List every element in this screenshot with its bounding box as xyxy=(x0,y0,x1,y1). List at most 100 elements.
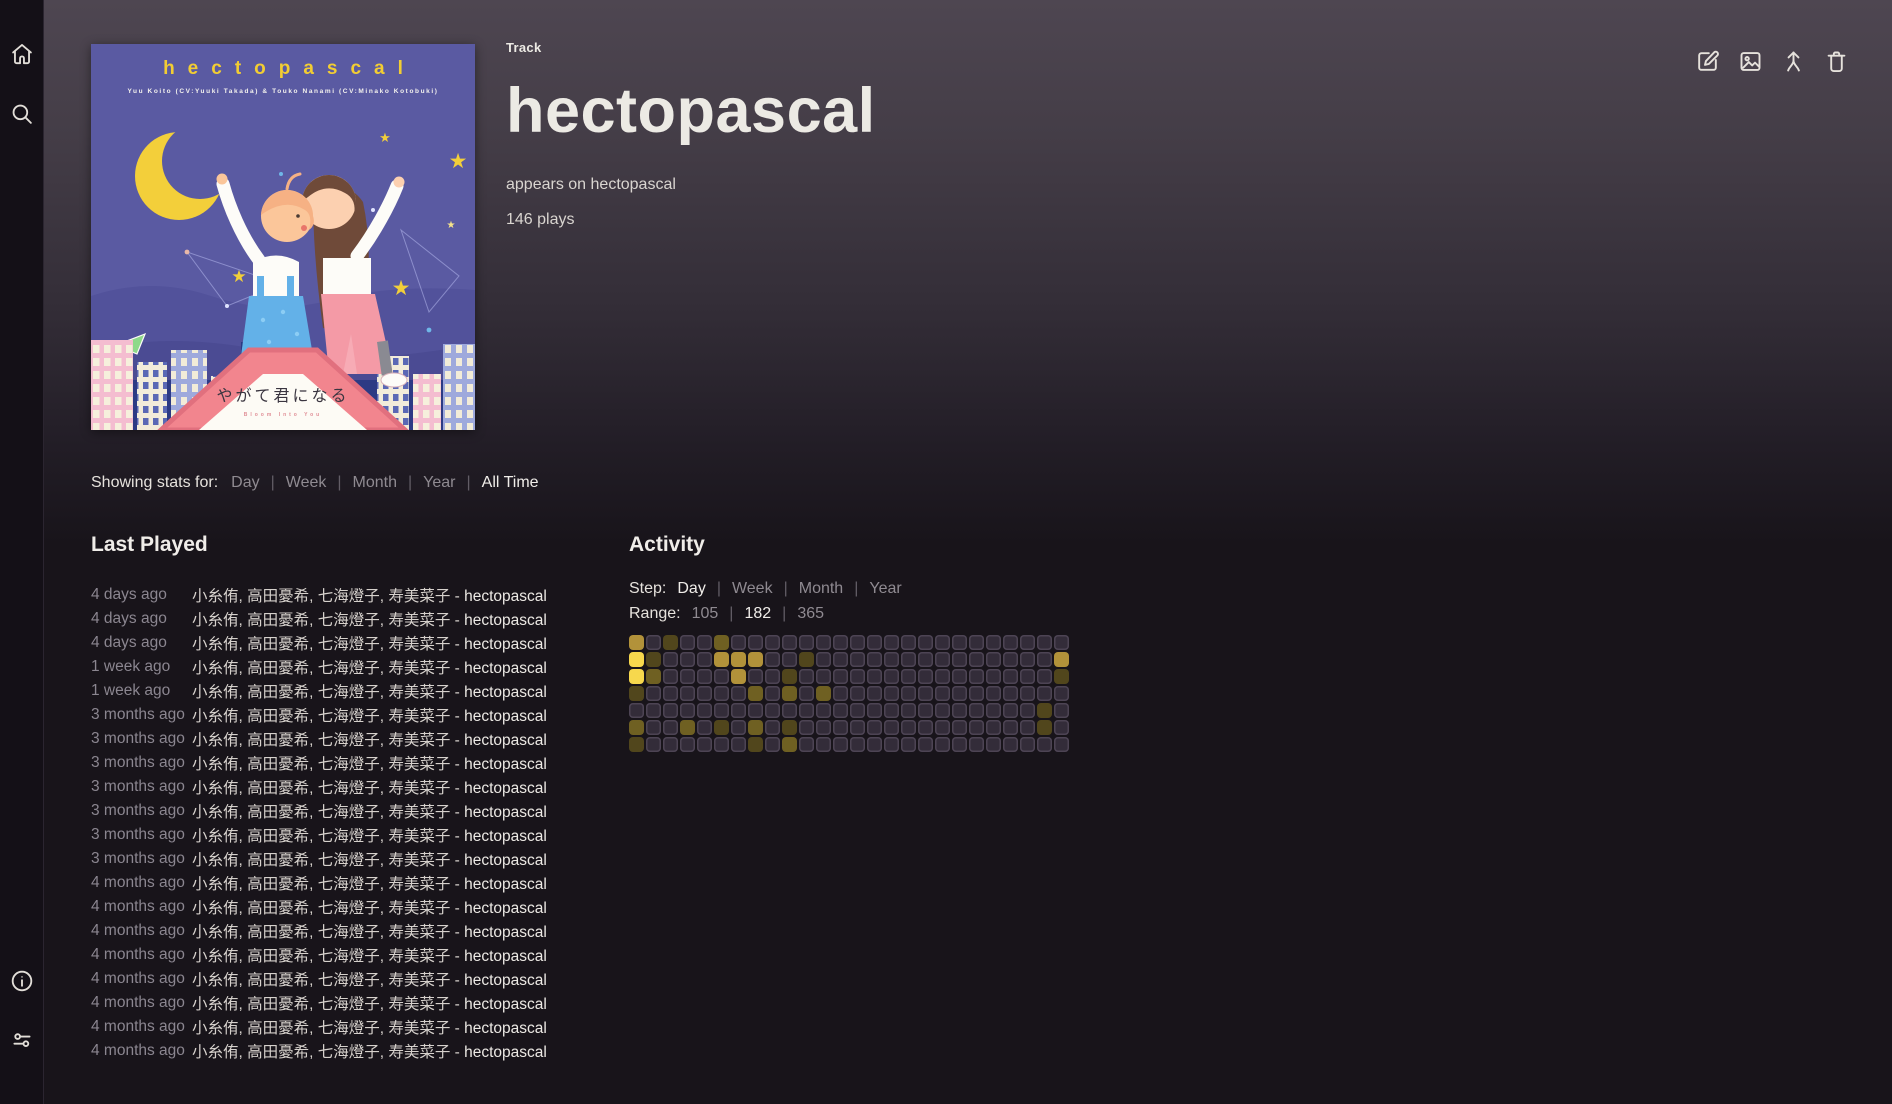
delete-icon[interactable] xyxy=(1823,48,1850,75)
step-option-day[interactable]: Day xyxy=(677,580,705,598)
heatmap-cell xyxy=(748,703,763,718)
song-artists: 小糸侑, 高田憂希, 七海燈子, 寿美菜子 - xyxy=(192,876,464,893)
heatmap-cell xyxy=(833,686,848,701)
song-link[interactable]: 小糸侑, 高田憂希, 七海燈子, 寿美菜子 - hectopascal xyxy=(192,632,547,654)
song-link[interactable]: 小糸侑, 高田憂希, 七海燈子, 寿美菜子 - hectopascal xyxy=(192,848,547,870)
song-link[interactable]: 小糸侑, 高田憂希, 七海燈子, 寿美菜子 - hectopascal xyxy=(192,1016,547,1038)
step-option-year[interactable]: Year xyxy=(869,580,901,598)
step-option-week[interactable]: Week xyxy=(732,580,773,598)
heatmap-cell xyxy=(765,669,780,684)
range-option-365[interactable]: 365 xyxy=(797,605,824,623)
heatmap-cell xyxy=(1054,720,1069,735)
heatmap-cell xyxy=(799,703,814,718)
song-link[interactable]: 小糸侑, 高田憂希, 七海燈子, 寿美菜子 - hectopascal xyxy=(192,800,547,822)
heatmap-cell xyxy=(782,737,797,752)
edit-icon[interactable] xyxy=(1694,48,1721,75)
list-item: 4 days ago小糸侑, 高田憂希, 七海燈子, 寿美菜子 - hectop… xyxy=(91,631,591,655)
heatmap-cell xyxy=(782,686,797,701)
separator: | xyxy=(717,580,721,598)
heatmap-cell xyxy=(833,720,848,735)
list-item: 3 months ago小糸侑, 高田憂希, 七海燈子, 寿美菜子 - hect… xyxy=(91,799,591,823)
stats-option-week[interactable]: Week xyxy=(286,474,327,492)
stats-option-day[interactable]: Day xyxy=(231,474,259,492)
played-time: 4 days ago xyxy=(91,634,192,652)
played-time: 4 months ago xyxy=(91,970,192,988)
heatmap-cell xyxy=(1054,737,1069,752)
played-time: 3 months ago xyxy=(91,778,192,796)
song-link[interactable]: 小糸侑, 高田憂希, 七海燈子, 寿美菜子 - hectopascal xyxy=(192,872,547,894)
heatmap-cell xyxy=(901,720,916,735)
heatmap-cell xyxy=(850,669,865,684)
change-image-icon[interactable] xyxy=(1737,48,1764,75)
heatmap-cell xyxy=(1037,737,1052,752)
stats-option-all-time[interactable]: All Time xyxy=(482,474,539,492)
heatmap-cell xyxy=(969,720,984,735)
heatmap-cell xyxy=(680,635,695,650)
separator: | xyxy=(271,474,275,492)
song-link[interactable]: 小糸侑, 高田憂希, 七海燈子, 寿美菜子 - hectopascal xyxy=(192,776,547,798)
last-played-section: Last Played 4 days ago小糸侑, 高田憂希, 七海燈子, 寿… xyxy=(91,533,591,1063)
song-link[interactable]: 小糸侑, 高田憂希, 七海燈子, 寿美菜子 - hectopascal xyxy=(192,968,547,990)
song-link[interactable]: 小糸侑, 高田憂希, 七海燈子, 寿美菜子 - hectopascal xyxy=(192,584,547,606)
activity-heatmap xyxy=(629,635,1069,752)
settings-sliders-icon[interactable] xyxy=(9,1027,35,1053)
played-time: 3 months ago xyxy=(91,826,192,844)
song-link[interactable]: 小糸侑, 高田憂希, 七海燈子, 寿美菜子 - hectopascal xyxy=(192,680,547,702)
heatmap-cell xyxy=(867,737,882,752)
range-option-105[interactable]: 105 xyxy=(692,605,719,623)
last-played-heading: Last Played xyxy=(91,533,591,557)
song-track: hectopascal xyxy=(464,828,547,845)
svg-text:★: ★ xyxy=(392,277,411,300)
song-track: hectopascal xyxy=(464,588,547,605)
svg-text:★: ★ xyxy=(379,130,391,145)
heatmap-cell xyxy=(680,669,695,684)
heatmap-cell xyxy=(646,737,661,752)
song-artists: 小糸侑, 高田憂希, 七海燈子, 寿美菜子 - xyxy=(192,804,464,821)
heatmap-cell xyxy=(663,652,678,667)
heatmap-cell xyxy=(697,635,712,650)
song-link[interactable]: 小糸侑, 高田憂希, 七海燈子, 寿美菜子 - hectopascal xyxy=(192,896,547,918)
played-time: 4 months ago xyxy=(91,874,192,892)
heatmap-cell xyxy=(1020,669,1035,684)
heatmap-cell xyxy=(731,703,746,718)
activity-step-row: Step: Day|Week|Month|Year xyxy=(629,576,1069,601)
heatmap-cell xyxy=(1054,686,1069,701)
song-link[interactable]: 小糸侑, 高田憂希, 七海燈子, 寿美菜子 - hectopascal xyxy=(192,1040,547,1062)
heatmap-cell xyxy=(952,669,967,684)
song-link[interactable]: 小糸侑, 高田憂希, 七海燈子, 寿美菜子 - hectopascal xyxy=(192,920,547,942)
heatmap-cell xyxy=(986,737,1001,752)
entity-type-label: Track xyxy=(506,40,876,55)
step-option-month[interactable]: Month xyxy=(799,580,843,598)
song-link[interactable]: 小糸侑, 高田憂希, 七海燈子, 寿美菜子 - hectopascal xyxy=(192,704,547,726)
activity-section: Activity Step: Day|Week|Month|Year Range… xyxy=(629,533,1069,752)
heatmap-cell xyxy=(918,686,933,701)
song-link[interactable]: 小糸侑, 高田憂希, 七海燈子, 寿美菜子 - hectopascal xyxy=(192,656,547,678)
song-track: hectopascal xyxy=(464,1044,547,1061)
played-time: 3 months ago xyxy=(91,754,192,772)
heatmap-cell xyxy=(986,652,1001,667)
heatmap-cell xyxy=(816,720,831,735)
heatmap-cell xyxy=(680,720,695,735)
range-option-182[interactable]: 182 xyxy=(744,605,771,623)
song-link[interactable]: 小糸侑, 高田憂希, 七海燈子, 寿美菜子 - hectopascal xyxy=(192,728,547,750)
svg-text:★: ★ xyxy=(449,150,468,173)
heatmap-cell xyxy=(663,686,678,701)
search-icon[interactable] xyxy=(9,101,35,127)
page-title: hectopascal xyxy=(506,80,876,143)
song-link[interactable]: 小糸侑, 高田憂希, 七海燈子, 寿美菜子 - hectopascal xyxy=(192,824,547,846)
song-link[interactable]: 小糸侑, 高田憂希, 七海燈子, 寿美菜子 - hectopascal xyxy=(192,944,547,966)
heatmap-cell xyxy=(884,720,899,735)
stats-option-year[interactable]: Year xyxy=(423,474,455,492)
stats-option-month[interactable]: Month xyxy=(353,474,397,492)
info-icon[interactable] xyxy=(9,968,35,994)
home-icon[interactable] xyxy=(9,41,35,67)
merge-icon[interactable] xyxy=(1780,48,1807,75)
song-artists: 小糸侑, 高田憂希, 七海燈子, 寿美菜子 - xyxy=(192,612,464,629)
song-link[interactable]: 小糸侑, 高田憂希, 七海燈子, 寿美菜子 - hectopascal xyxy=(192,608,547,630)
song-link[interactable]: 小糸侑, 高田憂希, 七海燈子, 寿美菜子 - hectopascal xyxy=(192,752,547,774)
album-link[interactable]: hectopascal xyxy=(591,176,676,193)
heatmap-cell xyxy=(697,652,712,667)
song-link[interactable]: 小糸侑, 高田憂希, 七海燈子, 寿美菜子 - hectopascal xyxy=(192,992,547,1014)
song-artists: 小糸侑, 高田憂希, 七海燈子, 寿美菜子 - xyxy=(192,588,464,605)
heatmap-cell xyxy=(731,635,746,650)
